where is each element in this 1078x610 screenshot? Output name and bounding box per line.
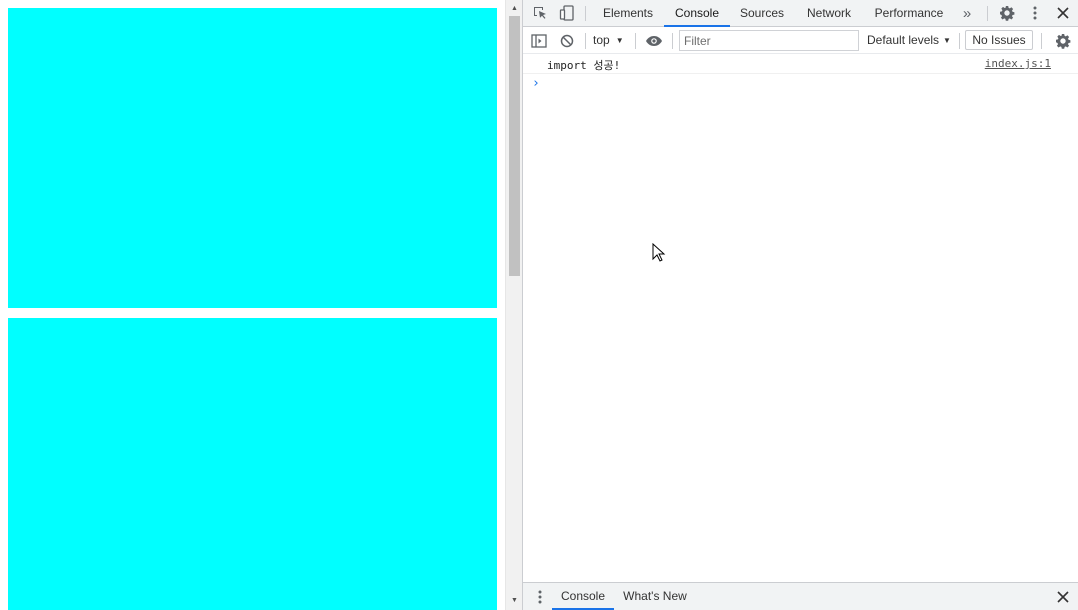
filter-input[interactable] [679,30,859,51]
tab-network[interactable]: Network [797,0,861,26]
sidebar-toggle-icon[interactable] [529,31,549,50]
context-select-label: top [593,33,610,47]
more-tabs-icon[interactable]: » [957,4,977,22]
chevron-down-icon: ▼ [943,36,951,45]
cyan-box-2 [8,318,497,610]
console-message-text: import 성공! [547,59,621,72]
cyan-box-1 [8,8,497,308]
scroll-up-arrow-icon[interactable]: ▲ [506,2,523,16]
chevron-down-icon: ▼ [615,36,624,45]
log-levels-select[interactable]: Default levels ▼ [867,32,951,49]
device-toolbar-icon[interactable] [557,4,577,22]
mouse-cursor-icon [652,243,666,262]
settings-icon[interactable] [997,4,1017,22]
close-icon[interactable] [1053,4,1073,22]
console-prompt[interactable]: › [532,76,540,91]
console-settings-icon[interactable] [1053,31,1073,50]
issues-button[interactable]: No Issues [965,30,1033,50]
tab-console[interactable]: Console [664,0,730,27]
console-message-source-link[interactable]: index.js:1 [985,57,1051,70]
clear-console-icon[interactable] [557,31,577,50]
live-expression-eye-icon[interactable] [644,31,664,50]
drawer-menu-icon[interactable] [530,588,550,606]
context-select[interactable]: top ▼ [593,32,624,49]
devtools-tabbar: Elements Console Sources Network Perform… [523,0,1078,27]
tab-elements[interactable]: Elements [595,0,661,26]
inspect-icon[interactable] [530,4,550,22]
devtools-panel: Elements Console Sources Network Perform… [522,0,1078,610]
scroll-down-arrow-icon[interactable]: ▼ [506,594,523,608]
tab-sources[interactable]: Sources [731,0,793,26]
console-output[interactable]: import 성공! index.js:1 › [523,54,1078,582]
console-toolbar: top▼ Default levels▼ No Issues [523,27,1078,54]
console-message-row: import 성공! index.js:1 [523,54,1078,74]
scrollbar-thumb[interactable] [509,16,520,276]
drawer-close-icon[interactable] [1053,588,1073,606]
drawer-tab-whats-new[interactable]: What's New [619,583,691,610]
drawer-tabbar: Console What's New [523,582,1078,610]
log-levels-label: Default levels [867,33,940,47]
page-scrollbar[interactable]: ▲ ▼ [505,0,522,610]
drawer-tab-console[interactable]: Console [552,583,614,610]
page-viewport [0,0,505,610]
more-options-icon[interactable] [1025,4,1045,22]
tab-performance[interactable]: Performance [867,0,951,26]
